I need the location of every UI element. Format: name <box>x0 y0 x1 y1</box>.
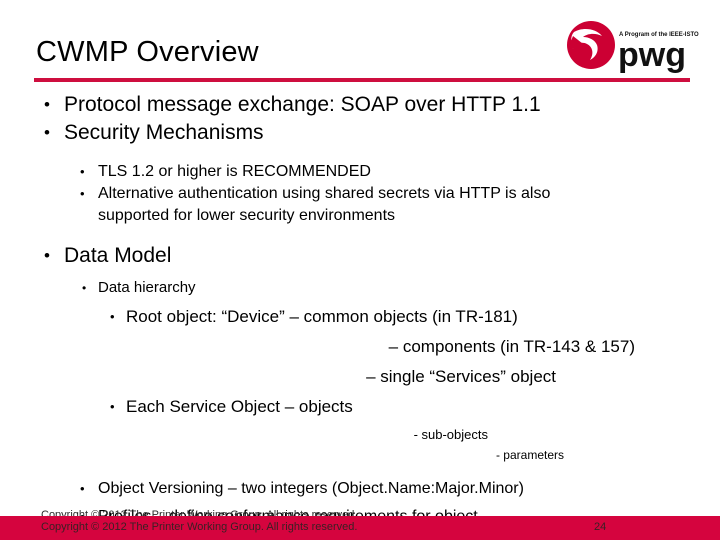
logo-wordmark: pwg <box>618 36 686 74</box>
bullet-protocol-message-exchange: Protocol message exchange: SOAP over HTT… <box>0 92 720 118</box>
pwg-logo: A Program of the IEEE-ISTO pwg <box>560 18 708 76</box>
page-title: CWMP Overview <box>36 36 259 68</box>
presentation-slide: CWMP Overview A Program of the IEEE-ISTO… <box>0 0 720 540</box>
line-sub-objects: - sub-objects <box>413 427 488 442</box>
bullet-alternative-authentication-line1: Alternative authentication using shared … <box>98 185 551 202</box>
bullet-data-model: Data Model <box>0 243 720 269</box>
bullet-alternative-authentication-line2: supported for lower security environment… <box>98 207 396 224</box>
bullet-root-object: Root object: “Device” – common objects (… <box>0 305 720 329</box>
bullet-tls-recommended: TLS 1.2 or higher is RECOMMENDED <box>0 161 720 183</box>
bullet-security-mechanisms: Security Mechanisms <box>0 120 720 146</box>
bullet-each-service-object: Each Service Object – objects <box>0 395 720 419</box>
slide-page-number: 24 <box>594 521 607 533</box>
bullet-object-versioning: Object Versioning – two integers (Object… <box>0 478 720 500</box>
footer-copyright: Copyright © 2012 The Printer Working Gro… <box>41 521 358 533</box>
line-parameters: - parameters <box>495 448 564 462</box>
bullet-alternative-authentication: Alternative authentication using shared … <box>0 183 720 227</box>
slide-body: Protocol message exchange: SOAP over HTT… <box>0 92 720 528</box>
title-divider-rule <box>34 78 690 82</box>
bullet-data-hierarchy: Data hierarchy <box>0 277 720 299</box>
pwg-swoosh-icon <box>567 21 615 69</box>
line-single-services-object: – single “Services” object <box>366 367 556 386</box>
line-components-tr143-157: – components (in TR-143 & 157) <box>388 337 635 356</box>
